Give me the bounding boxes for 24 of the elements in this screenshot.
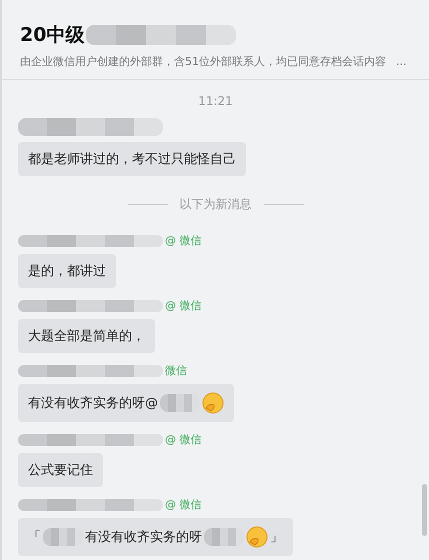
message-text: 」 [270, 529, 283, 546]
timestamp: 11:21 [198, 94, 233, 108]
sender-tag: @ 微信 [165, 497, 202, 512]
scrollbar[interactable] [422, 484, 427, 536]
redaction-mosaic [43, 528, 83, 546]
more-text[interactable]: ... [396, 55, 406, 68]
redaction-mosaic [204, 528, 244, 546]
redaction-mosaic [160, 394, 200, 412]
message-text: 都是老师讲过的，考不过只能怪自己 [28, 151, 236, 168]
group-title: 20中级 [20, 23, 84, 48]
message-text: 有没有收齐实务的呀 [85, 529, 202, 546]
group-description: 由企业微信用户创建的外部群，含51位外部联系人，均已同意存档会话内容 [20, 54, 386, 69]
sender-tag: 微信 [165, 363, 187, 378]
message-text: 有没有收齐实务的呀@ [28, 395, 158, 412]
message-text: 公式要记住 [28, 462, 93, 479]
message-text: 大题全部是简单的， [28, 328, 145, 345]
sender-tag: @ 微信 [165, 233, 202, 248]
message-text: 是的，都讲过 [28, 263, 106, 280]
emoji-icon [246, 526, 268, 548]
sender-tag: @ 微信 [165, 298, 202, 313]
new-messages-divider: 以下为新消息 [180, 196, 252, 213]
sender-tag: @ 微信 [165, 432, 202, 447]
message-text: 「 [28, 529, 41, 546]
emoji-icon [202, 392, 224, 414]
